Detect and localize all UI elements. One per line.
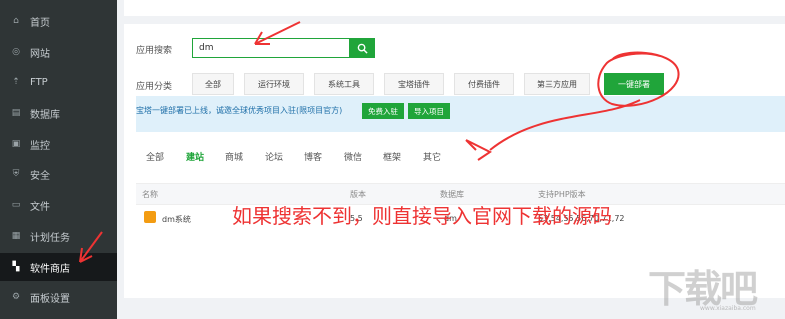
sidebar-item-panel-settings[interactable]: ⚙ 面板设置 xyxy=(0,283,117,311)
column-header-version: 版本 xyxy=(350,190,366,199)
sidebar-item-label: 面板设置 xyxy=(30,293,70,305)
sidebar-item-label: 安全 xyxy=(30,170,50,182)
sidebar-item-website[interactable]: ◎ 网站 xyxy=(0,38,117,66)
notice-text: 宝塔一键部署已上线，诚邀全球优秀项目入驻(限项目官方) xyxy=(136,106,343,115)
table-cell-name[interactable]: dm系统 xyxy=(162,214,191,225)
tab-forum[interactable]: 论坛 xyxy=(265,150,283,163)
tab-wechat[interactable]: 微信 xyxy=(344,150,362,163)
sidebar-item-label: 计划任务 xyxy=(30,232,70,244)
category-runtime-button[interactable]: 运行环境 xyxy=(244,73,304,95)
sidebar-item-label: 软件商店 xyxy=(30,263,70,275)
sidebar: ⌂ 首页 ◎ 网站 ⇡ FTP ▤ 数据库 ▣ 监控 ⛨ 安全 ▭ 文件 ▦ 计… xyxy=(0,0,117,319)
free-join-button[interactable]: 免费入驻 xyxy=(362,103,404,119)
sidebar-item-label: 首页 xyxy=(30,17,50,29)
globe-icon: ◎ xyxy=(12,47,20,57)
search-button[interactable] xyxy=(349,38,375,58)
category-label: 应用分类 xyxy=(136,82,173,92)
sidebar-item-ftp[interactable]: ⇡ FTP xyxy=(0,68,117,96)
sidebar-item-monitor[interactable]: ▣ 监控 xyxy=(0,130,117,158)
tab-shop[interactable]: 商城 xyxy=(225,150,243,163)
tab-all[interactable]: 全部 xyxy=(146,150,164,163)
app-icon xyxy=(144,211,156,223)
top-card xyxy=(124,0,785,16)
category-third-party-button[interactable]: 第三方应用 xyxy=(524,73,590,95)
category-all-button[interactable]: 全部 xyxy=(192,73,234,95)
category-one-click-deploy-button[interactable]: 一键部署 xyxy=(604,73,664,95)
sidebar-item-database[interactable]: ▤ 数据库 xyxy=(0,99,117,127)
folder-icon: ▭ xyxy=(11,200,21,210)
settings-icon: ⚙ xyxy=(11,292,21,302)
sidebar-item-software-store[interactable]: ▚ 软件商店 xyxy=(0,253,117,281)
tab-other[interactable]: 其它 xyxy=(423,150,441,163)
sidebar-item-label: 监控 xyxy=(30,140,50,152)
grid-icon: ▚ xyxy=(12,262,20,272)
column-header-name: 名称 xyxy=(142,190,158,199)
sidebar-item-home[interactable]: ⌂ 首页 xyxy=(0,7,117,35)
calendar-icon: ▦ xyxy=(11,231,21,241)
home-icon: ⌂ xyxy=(13,16,19,26)
column-header-database: 数据库 xyxy=(440,190,464,199)
shield-icon: ⛨ xyxy=(12,169,20,179)
search-icon xyxy=(357,43,368,54)
sidebar-item-cron[interactable]: ▦ 计划任务 xyxy=(0,222,117,250)
category-paid-plugins-button[interactable]: 付费插件 xyxy=(454,73,514,95)
sidebar-item-files[interactable]: ▭ 文件 xyxy=(0,191,117,219)
sidebar-item-label: FTP xyxy=(30,76,48,88)
tab-blog[interactable]: 博客 xyxy=(304,150,322,163)
import-project-button[interactable]: 导入项目 xyxy=(408,103,450,119)
watermark-sub: www.xiazaiba.com xyxy=(700,305,756,312)
column-header-php: 支持PHP版本 xyxy=(538,190,586,199)
monitor-icon: ▣ xyxy=(11,139,21,149)
software-store-card: 应用搜索 应用分类 全部 运行环境 系统工具 宝塔插件 付费插件 第三方应用 一… xyxy=(124,24,785,298)
category-bt-plugins-button[interactable]: 宝塔插件 xyxy=(384,73,444,95)
tab-website[interactable]: 建站 xyxy=(186,150,204,163)
search-input[interactable] xyxy=(193,43,327,53)
sidebar-item-label: 文件 xyxy=(30,201,50,213)
search-field[interactable] xyxy=(192,38,350,58)
category-system-tools-button[interactable]: 系统工具 xyxy=(314,73,374,95)
sidebar-item-label: 数据库 xyxy=(30,109,60,121)
sidebar-item-label: 网站 xyxy=(30,48,50,60)
sidebar-item-security[interactable]: ⛨ 安全 xyxy=(0,160,117,188)
search-label: 应用搜索 xyxy=(136,46,173,56)
ftp-icon: ⇡ xyxy=(12,77,20,87)
watermark-logo: 下载吧 www.xiazaiba.com xyxy=(648,258,778,312)
tab-framework[interactable]: 框架 xyxy=(383,150,401,163)
database-icon: ▤ xyxy=(11,108,21,118)
annotation-text: 如果搜索不到，则直接导入官网下载的源码 xyxy=(232,204,612,228)
